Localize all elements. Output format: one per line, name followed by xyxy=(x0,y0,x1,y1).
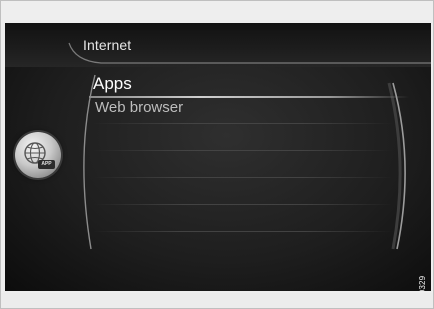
row-divider xyxy=(93,123,393,124)
header-bar: Internet xyxy=(5,23,431,67)
row-divider xyxy=(93,204,393,205)
menu-list: Apps Web browser xyxy=(89,71,409,119)
globe-app-icon[interactable]: APP xyxy=(15,132,61,178)
image-code: G050329 xyxy=(418,273,430,291)
bottom-margin xyxy=(1,293,433,308)
app-badge: APP xyxy=(38,160,55,169)
row-divider xyxy=(93,150,393,151)
header-title: Internet xyxy=(83,37,132,53)
infotainment-screen: Internet Apps Web browser APP xyxy=(5,23,431,291)
menu-item-apps[interactable]: Apps xyxy=(89,71,409,98)
figure-frame: Internet Apps Web browser APP xyxy=(0,0,434,309)
menu-item-label: Web browser xyxy=(95,99,184,116)
empty-list-rows xyxy=(93,123,393,258)
row-divider xyxy=(93,177,393,178)
menu-item-web-browser[interactable]: Web browser xyxy=(89,97,409,119)
globe-icon xyxy=(24,142,46,164)
row-divider xyxy=(93,231,393,232)
menu-item-label: Apps xyxy=(93,74,132,93)
